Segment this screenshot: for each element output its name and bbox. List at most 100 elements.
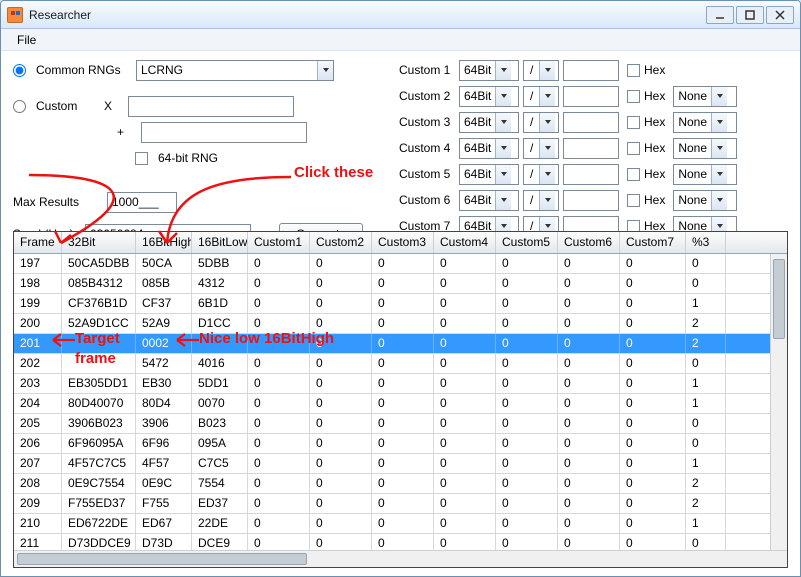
table-row[interactable]: 20100020000002 (14, 334, 770, 354)
table-row[interactable]: 2025472401600000000 (14, 354, 770, 374)
grid-body[interactable]: 19750CA5DBB50CA5DBB00000000198085B431208… (14, 254, 770, 550)
scrollbar-thumb[interactable] (17, 553, 307, 565)
custom-x-input[interactable] (128, 96, 294, 117)
table-cell: 199 (14, 294, 62, 313)
table-cell: 0 (620, 274, 686, 293)
close-button[interactable] (766, 6, 794, 24)
table-cell: ED6722DE (62, 514, 136, 533)
column-header[interactable]: 16BitHigh (136, 232, 192, 253)
chevron-down-icon (539, 191, 555, 210)
column-header[interactable]: Custom1 (248, 232, 310, 253)
custom-value-input[interactable] (563, 164, 619, 185)
table-cell: 0 (372, 534, 434, 550)
custom-bit-combo[interactable]: 64Bit (459, 60, 519, 81)
custom-value-input[interactable] (563, 86, 619, 107)
table-cell: 205 (14, 414, 62, 433)
column-header[interactable]: Custom4 (434, 232, 496, 253)
column-header[interactable]: Custom2 (310, 232, 372, 253)
table-cell: 0 (434, 514, 496, 533)
table-cell: 0 (496, 374, 558, 393)
hex-checkbox[interactable] (627, 168, 640, 181)
table-row[interactable]: 209F755ED37F755ED3700000002 (14, 494, 770, 514)
menu-file[interactable]: File (11, 31, 42, 49)
table-row[interactable]: 19750CA5DBB50CA5DBB00000000 (14, 254, 770, 274)
table-cell: 0 (496, 494, 558, 513)
table-row[interactable]: 210ED6722DEED6722DE00000001 (14, 514, 770, 534)
maximize-button[interactable] (736, 6, 764, 24)
table-cell: 0 (248, 394, 310, 413)
custom-value-input[interactable] (563, 190, 619, 211)
hex-checkbox[interactable] (627, 116, 640, 129)
table-row[interactable]: 2074F57C7C54F57C7C500000001 (14, 454, 770, 474)
hex-checkbox[interactable] (627, 194, 640, 207)
common-rngs-radio[interactable] (13, 64, 26, 77)
vertical-scrollbar[interactable] (770, 254, 787, 550)
custom-hex-label: Hex (627, 167, 665, 181)
custom-value-input[interactable] (563, 112, 619, 133)
scrollbar-thumb[interactable] (773, 259, 785, 339)
chevron-down-icon (711, 191, 727, 210)
custom-op-combo[interactable]: / (523, 86, 559, 107)
custom-op-combo[interactable]: / (523, 60, 559, 81)
hex-checkbox[interactable] (627, 64, 640, 77)
custom-bit-combo[interactable]: 64Bit (459, 164, 519, 185)
custom-plus-input[interactable] (141, 122, 307, 143)
table-cell: 0 (434, 454, 496, 473)
table-cell: 0 (558, 294, 620, 313)
column-header[interactable]: Custom3 (372, 232, 434, 253)
custom-op-combo[interactable]: / (523, 164, 559, 185)
max-results-input[interactable] (107, 192, 177, 213)
table-cell: 0 (310, 374, 372, 393)
custom-none-combo[interactable]: None (673, 112, 737, 133)
horizontal-scrollbar[interactable] (14, 550, 787, 567)
table-cell: 0 (620, 434, 686, 453)
column-header[interactable]: Custom5 (496, 232, 558, 253)
hex-checkbox[interactable] (627, 142, 640, 155)
rng-combo[interactable]: LCRNG (136, 60, 334, 81)
table-row[interactable]: 2080E9C75540E9C755400000002 (14, 474, 770, 494)
custom-none-combo[interactable]: None (673, 86, 737, 107)
rng-combo-value: LCRNG (141, 63, 317, 77)
column-header[interactable]: Frame (14, 232, 62, 253)
custom-bit-combo[interactable]: 64Bit (459, 112, 519, 133)
table-row[interactable]: 20480D4007080D4007000000001 (14, 394, 770, 414)
column-header[interactable]: %3 (686, 232, 726, 253)
custom-none-combo[interactable]: None (673, 190, 737, 211)
minimize-button[interactable] (706, 6, 734, 24)
table-row[interactable]: 2066F96095A6F96095A00000000 (14, 434, 770, 454)
hex-checkbox[interactable] (627, 90, 640, 103)
custom-bit-combo[interactable]: 64Bit (459, 190, 519, 211)
column-header[interactable]: 32Bit (62, 232, 136, 253)
table-row[interactable]: 211D73DDCE9D73DDCE900000000 (14, 534, 770, 550)
table-cell: 0 (310, 274, 372, 293)
table-cell: 5472 (136, 354, 192, 373)
table-cell: 0 (558, 434, 620, 453)
custom-op-combo[interactable]: / (523, 138, 559, 159)
custom-op-combo[interactable]: / (523, 190, 559, 211)
sixtyfour-checkbox[interactable] (135, 152, 148, 165)
custom-bit-combo[interactable]: 64Bit (459, 86, 519, 107)
custom-radio[interactable] (13, 100, 26, 113)
table-cell: 2 (686, 314, 726, 333)
column-header[interactable]: 16BitLow (192, 232, 248, 253)
right-panel: Custom 164Bit/HexCustom 264Bit/HexNoneCu… (399, 57, 783, 239)
table-row[interactable]: 20052A9D1CC52A9D1CC00000002 (14, 314, 770, 334)
table-row[interactable]: 203EB305DD1EB305DD100000001 (14, 374, 770, 394)
custom-value-input[interactable] (563, 138, 619, 159)
column-header[interactable]: Custom6 (558, 232, 620, 253)
custom-none-combo[interactable]: None (673, 164, 737, 185)
custom-value-input[interactable] (563, 60, 619, 81)
table-cell: 1 (686, 394, 726, 413)
table-cell: 22DE (192, 514, 248, 533)
table-cell (62, 354, 136, 373)
table-row[interactable]: 2053906B0233906B02300000000 (14, 414, 770, 434)
custom-bit-combo[interactable]: 64Bit (459, 138, 519, 159)
table-cell: 0 (372, 394, 434, 413)
chevron-down-icon (711, 139, 727, 158)
column-header[interactable]: Custom7 (620, 232, 686, 253)
table-cell: 0 (496, 394, 558, 413)
custom-op-combo[interactable]: / (523, 112, 559, 133)
table-row[interactable]: 198085B4312085B431200000000 (14, 274, 770, 294)
custom-none-combo[interactable]: None (673, 138, 737, 159)
table-row[interactable]: 199CF376B1DCF376B1D00000001 (14, 294, 770, 314)
